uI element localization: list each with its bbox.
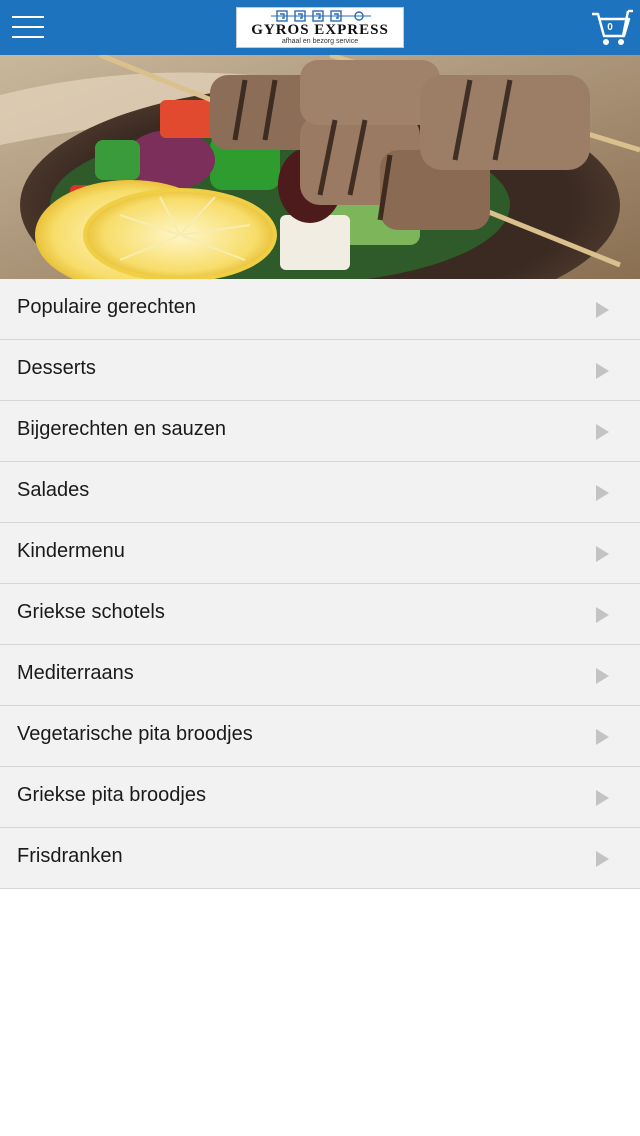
list-item-label: Griekse pita broodjes	[17, 784, 206, 806]
hamburger-menu-icon[interactable]	[12, 14, 44, 40]
list-item-label: Kindermenu	[17, 540, 125, 562]
souvlaki-skewers-salad-photo	[0, 55, 640, 279]
shopping-cart-button[interactable]: 0	[590, 8, 634, 48]
chevron-right-icon	[596, 485, 609, 501]
app-header: GYROS EXPRESS afhaal en bezorg service 0	[0, 0, 640, 55]
list-item-populaire-gerechten[interactable]: Populaire gerechten	[0, 279, 640, 340]
list-item-label: Mediterraans	[17, 662, 134, 684]
brand-logo[interactable]: GYROS EXPRESS afhaal en bezorg service	[236, 7, 404, 48]
category-list: Populaire gerechten Desserts Bijgerechte…	[0, 279, 640, 889]
chevron-right-icon	[596, 790, 609, 806]
list-item-bijgerechten-en-sauzen[interactable]: Bijgerechten en sauzen	[0, 401, 640, 462]
logo-title: GYROS EXPRESS	[251, 22, 389, 38]
list-item-label: Populaire gerechten	[17, 296, 197, 318]
chevron-right-icon	[596, 668, 609, 684]
list-item-griekse-schotels[interactable]: Griekse schotels	[0, 584, 640, 645]
chevron-right-icon	[596, 302, 609, 318]
list-item-desserts[interactable]: Desserts	[0, 340, 640, 401]
list-item-salades[interactable]: Salades	[0, 462, 640, 523]
greek-meander-icon	[271, 10, 371, 22]
hamburger-line	[12, 16, 44, 18]
chevron-right-icon	[596, 729, 609, 745]
hero-banner	[0, 55, 640, 279]
chevron-right-icon	[596, 363, 609, 379]
chevron-right-icon	[596, 424, 609, 440]
hamburger-line	[12, 26, 44, 28]
list-item-label: Desserts	[17, 357, 96, 379]
list-item-label: Frisdranken	[17, 845, 123, 867]
chevron-right-icon	[596, 607, 609, 623]
list-item-kindermenu[interactable]: Kindermenu	[0, 523, 640, 584]
list-item-frisdranken[interactable]: Frisdranken	[0, 828, 640, 889]
list-item-label: Griekse schotels	[17, 601, 165, 623]
chevron-right-icon	[596, 546, 609, 562]
list-item-label: Salades	[17, 479, 90, 501]
list-item-label: Vegetarische pita broodjes	[17, 723, 253, 745]
list-item-vegetarische-pita-broodjes[interactable]: Vegetarische pita broodjes	[0, 706, 640, 767]
hamburger-line	[12, 36, 44, 38]
list-item-mediterraans[interactable]: Mediterraans	[0, 645, 640, 706]
list-item-griekse-pita-broodjes[interactable]: Griekse pita broodjes	[0, 767, 640, 828]
logo-subtitle: afhaal en bezorg service	[281, 38, 359, 45]
chevron-right-icon	[596, 851, 609, 867]
cart-count-badge: 0	[607, 22, 613, 33]
list-item-label: Bijgerechten en sauzen	[17, 418, 227, 440]
